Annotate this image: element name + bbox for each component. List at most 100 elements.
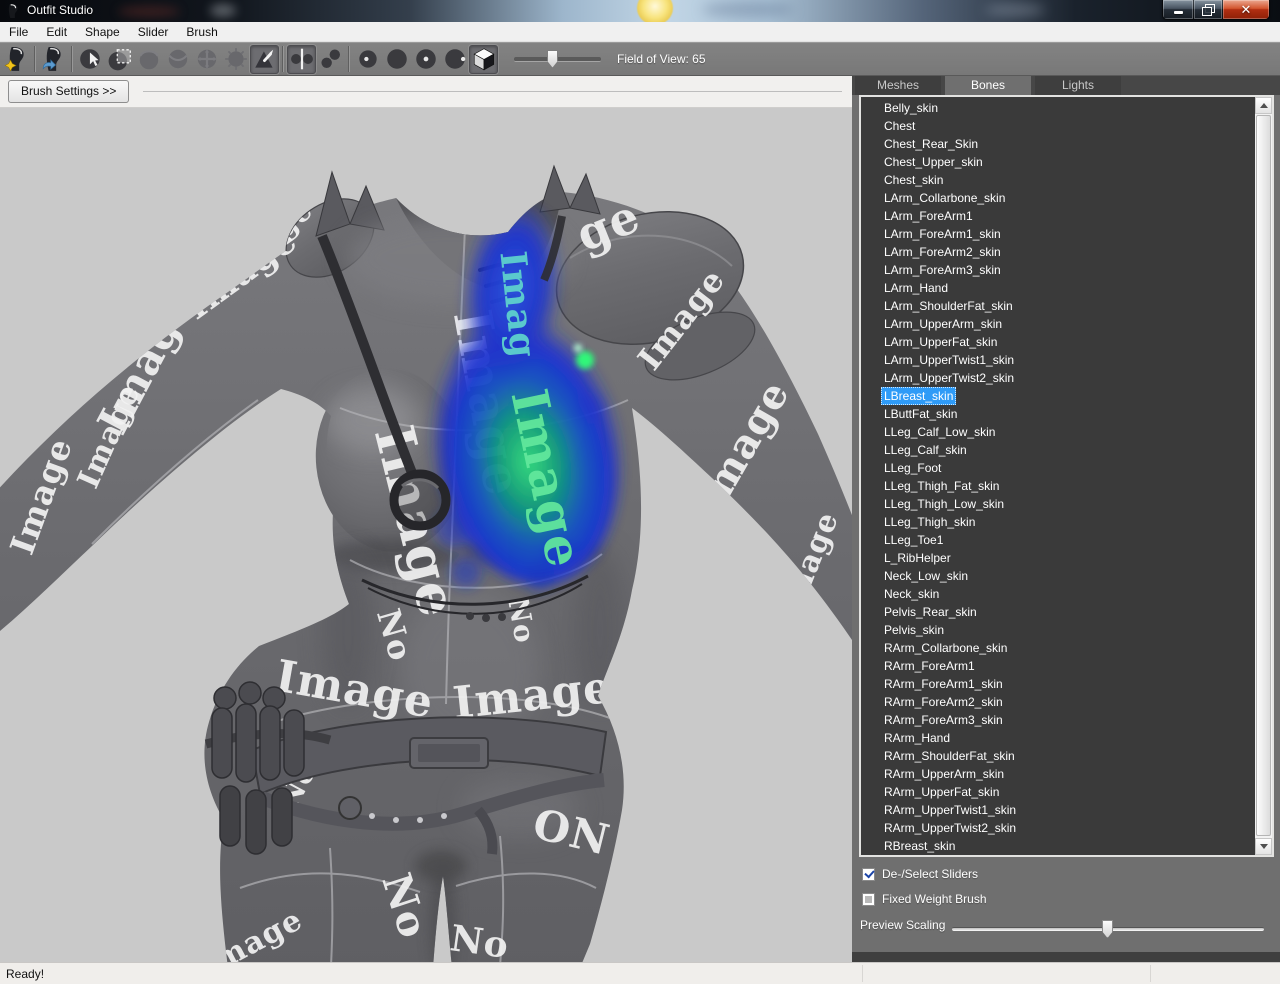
brush-falloff-center-icon <box>413 46 439 72</box>
scrollbar-down-button[interactable] <box>1255 838 1272 855</box>
fixed-weight-option[interactable]: Fixed Weight Brush <box>862 892 987 906</box>
bone-list-item[interactable]: LArm_ForeArm2_skin <box>861 243 1253 261</box>
bone-list-item[interactable]: LLeg_Calf_skin <box>861 441 1253 459</box>
scrollbar-thumb[interactable] <box>1256 115 1271 836</box>
bone-list-item[interactable]: LLeg_Toe1 <box>861 531 1253 549</box>
weight-hotspot <box>576 351 594 369</box>
tab-bones[interactable]: Bones <box>945 76 1031 95</box>
bone-list-item[interactable]: Belly_skin <box>861 99 1253 117</box>
glass-blur-decoration <box>210 4 236 17</box>
brush-falloff-inner-button[interactable] <box>353 45 382 74</box>
fov-slider-thumb[interactable] <box>547 50 558 68</box>
bone-list-item[interactable]: LLeg_Foot <box>861 459 1253 477</box>
brush-falloff-inner-icon <box>355 46 381 72</box>
bone-list-item[interactable]: RArm_ForeArm1_skin <box>861 675 1253 693</box>
bone-list-item[interactable]: RArm_ForeArm2_skin <box>861 693 1253 711</box>
bone-list-item[interactable]: RArm_ShoulderFat_skin <box>861 747 1253 765</box>
menu-shape[interactable]: Shape <box>76 23 129 41</box>
bone-list-item[interactable]: RArm_Hand <box>861 729 1253 747</box>
perspective-cube-icon <box>471 46 497 72</box>
bone-list-item[interactable]: LArm_ForeArm1 <box>861 207 1253 225</box>
ring-buckle <box>394 474 446 526</box>
bone-list-item[interactable]: Neck_Low_skin <box>861 567 1253 585</box>
bone-list-item[interactable]: L_RibHelper <box>861 549 1253 567</box>
brush-settings-strip: Brush Settings >> <box>0 76 852 108</box>
minimize-button[interactable] <box>1163 0 1194 19</box>
bone-list-item[interactable]: RArm_Collarbone_skin <box>861 639 1253 657</box>
viewport-3d[interactable]: ImageImageImageImagegeImageImageNoNoImag… <box>0 108 852 962</box>
bone-list-item[interactable]: LArm_Collarbone_skin <box>861 189 1253 207</box>
bone-list[interactable]: Belly_skinChestChest_Rear_SkinChest_Uppe… <box>859 95 1274 857</box>
bone-list-item[interactable]: LLeg_Calf_Low_skin <box>861 423 1253 441</box>
title-bar[interactable]: Outfit Studio ✕ <box>0 0 1280 22</box>
bone-list-scrollbar[interactable] <box>1255 97 1272 855</box>
brush-settings-button[interactable]: Brush Settings >> <box>8 80 129 103</box>
bone-list-item[interactable]: RArm_ForeArm1 <box>861 657 1253 675</box>
bone-list-item[interactable]: LArm_ShoulderFat_skin <box>861 297 1253 315</box>
menu-brush[interactable]: Brush <box>177 23 226 41</box>
bone-list-item[interactable]: Chest_skin <box>861 171 1253 189</box>
bone-list-item[interactable]: Pelvis_skin <box>861 621 1253 639</box>
bone-list-item[interactable]: Chest <box>861 117 1253 135</box>
bone-list-item[interactable]: RBreast_skin <box>861 837 1253 855</box>
glass-blur-decoration <box>702 2 794 17</box>
menu-slider[interactable]: Slider <box>129 23 178 41</box>
bone-list-item[interactable]: LLeg_Thigh_Low_skin <box>861 495 1253 513</box>
bone-list-item[interactable]: LLeg_Thigh_Fat_skin <box>861 477 1253 495</box>
bone-list-item[interactable]: RArm_ForeArm3_skin <box>861 711 1253 729</box>
menu-edit[interactable]: Edit <box>37 23 76 41</box>
bone-list-item[interactable]: LArm_ForeArm1_skin <box>861 225 1253 243</box>
bone-list-item[interactable]: LButtFat_skin <box>861 405 1253 423</box>
tab-lights[interactable]: Lights <box>1035 76 1121 95</box>
menu-file[interactable]: File <box>0 23 37 41</box>
weight-brush-button[interactable] <box>250 45 279 74</box>
bone-list-item[interactable]: Neck_skin <box>861 585 1253 603</box>
move-brush-icon <box>194 46 220 72</box>
bone-list-item[interactable]: LBreast_skin <box>861 387 1253 405</box>
bone-list-item[interactable]: LArm_UpperArm_skin <box>861 315 1253 333</box>
preview-scaling-thumb[interactable] <box>1102 920 1113 938</box>
fov-slider[interactable]: Field of View: 65 <box>514 52 706 66</box>
deselect-sliders-label: De-/Select Sliders <box>882 867 978 881</box>
bone-list-item[interactable]: Chest_Rear_Skin <box>861 135 1253 153</box>
perspective-toggle-button[interactable] <box>469 45 498 74</box>
deselect-sliders-option[interactable]: De-/Select Sliders <box>862 867 978 881</box>
new-project-button[interactable] <box>2 45 31 74</box>
mask-brush-button[interactable] <box>105 45 134 74</box>
select-tool-button[interactable] <box>76 45 105 74</box>
bone-list-item[interactable]: RArm_UpperArm_skin <box>861 765 1253 783</box>
scrollbar-up-button[interactable] <box>1255 97 1272 114</box>
deflate-brush-button[interactable] <box>163 45 192 74</box>
bone-list-item[interactable]: LLeg_Thigh_skin <box>861 513 1253 531</box>
bone-list-item[interactable]: LArm_UpperTwist2_skin <box>861 369 1253 387</box>
brush-falloff-solid-button[interactable] <box>382 45 411 74</box>
close-button[interactable]: ✕ <box>1223 0 1269 19</box>
restore-button[interactable] <box>1194 0 1223 19</box>
preview-scaling-slider[interactable] <box>952 927 1264 931</box>
tab-meshes[interactable]: Meshes <box>855 76 941 95</box>
bone-list-item[interactable]: RArm_UpperTwist2_skin <box>861 819 1253 837</box>
bone-list-item[interactable]: Chest_Upper_skin <box>861 153 1253 171</box>
bone-list-item[interactable]: Pelvis_Rear_skin <box>861 603 1253 621</box>
bone-list-item[interactable]: RArm_UpperFat_skin <box>861 783 1253 801</box>
bone-list-item[interactable]: LArm_ForeArm3_skin <box>861 261 1253 279</box>
brush-falloff-center-button[interactable] <box>411 45 440 74</box>
brush-falloff-edge-button[interactable] <box>440 45 469 74</box>
load-project-button[interactable] <box>39 45 68 74</box>
connected-only-button[interactable] <box>316 45 345 74</box>
fixed-weight-checkbox[interactable] <box>862 893 875 906</box>
weight-brush-icon <box>252 46 278 72</box>
smooth-brush-button[interactable] <box>221 45 250 74</box>
deselect-sliders-checkbox[interactable] <box>862 868 875 881</box>
bone-list-item[interactable]: LArm_UpperTwist1_skin <box>861 351 1253 369</box>
x-mirror-icon <box>289 46 315 72</box>
move-brush-button[interactable] <box>192 45 221 74</box>
bone-list-item[interactable]: LArm_UpperFat_skin <box>861 333 1253 351</box>
x-mirror-button[interactable] <box>287 45 316 74</box>
bone-list-item[interactable]: RArm_UpperTwist1_skin <box>861 801 1253 819</box>
fov-slider-track[interactable] <box>514 57 601 62</box>
bone-list-item[interactable]: LArm_Hand <box>861 279 1253 297</box>
inflate-brush-button[interactable] <box>134 45 163 74</box>
panel-tab-bar: MeshesBonesLights <box>852 76 1280 95</box>
load-project-icon <box>41 46 67 72</box>
